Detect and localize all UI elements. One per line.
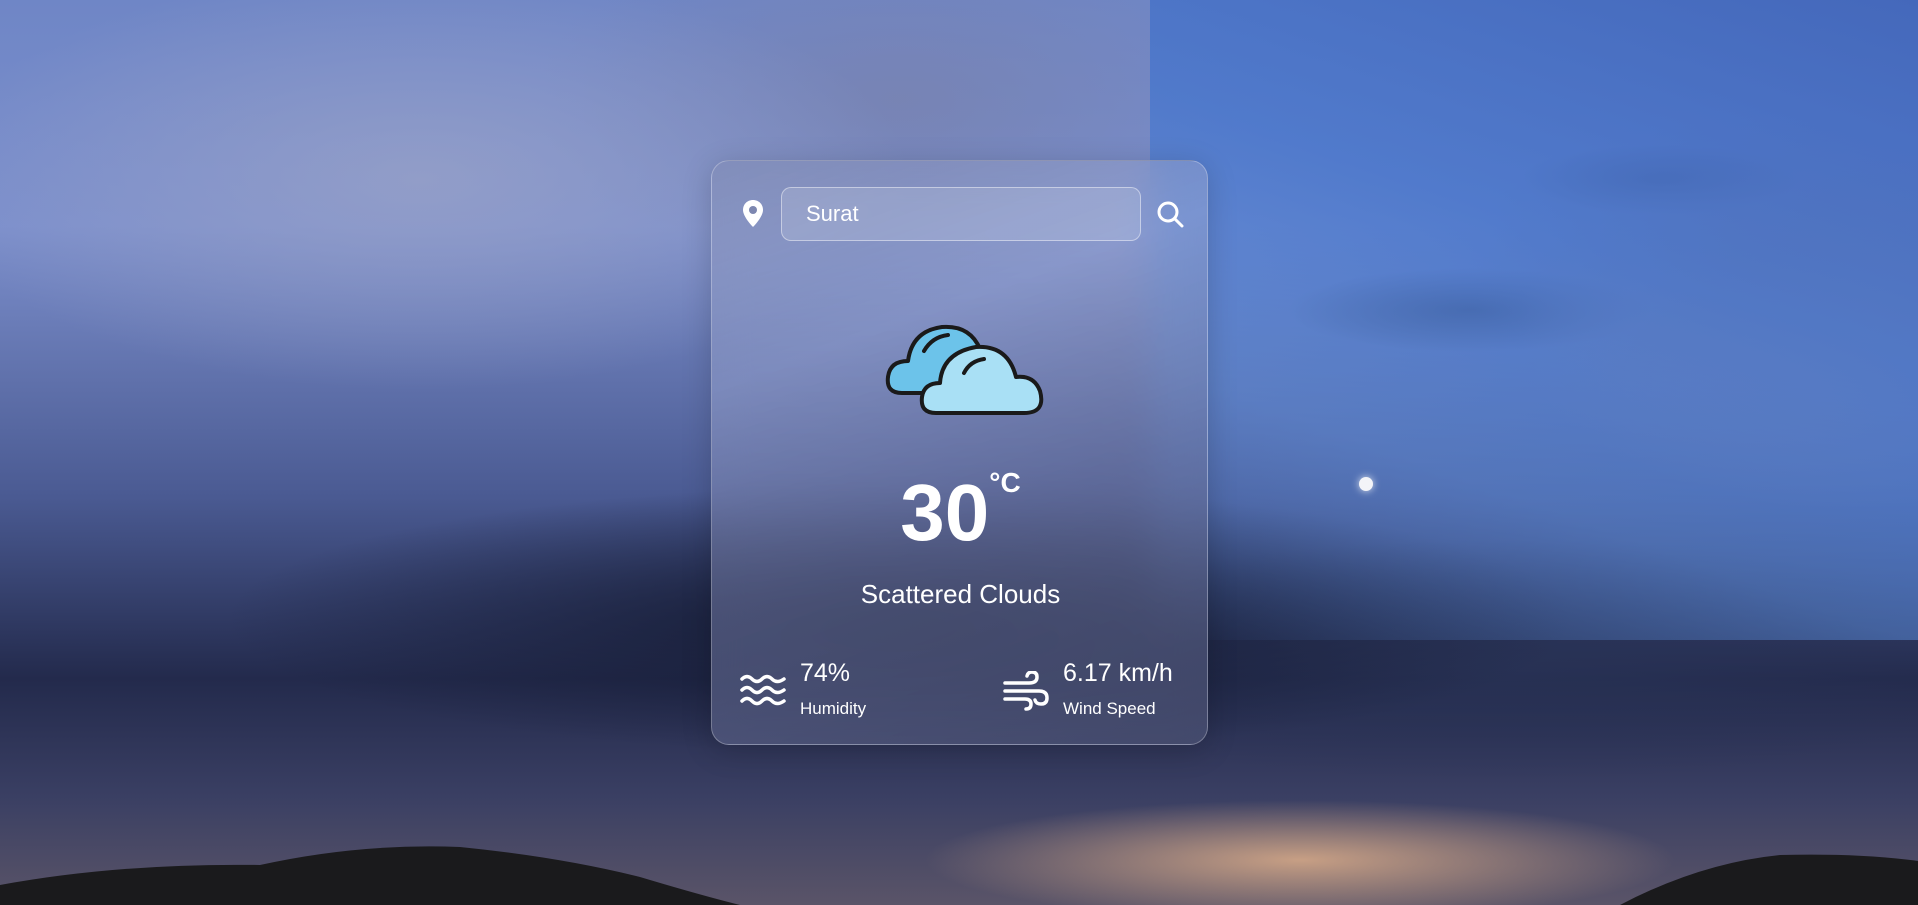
background-sky-gradient [1150, 0, 1918, 640]
weather-description: Scattered Clouds [860, 579, 1061, 609]
wind-speed-label: Wind Speed [1063, 699, 1156, 718]
temperature-display: 30°C [712, 469, 1209, 553]
humidity-waves-icon [740, 674, 786, 706]
humidity-label: Humidity [800, 699, 867, 718]
temperature-unit: °C [989, 467, 1021, 498]
background-hills [0, 846, 1918, 905]
wind-icon [1003, 671, 1049, 711]
weather-card: 30°C Scattered Clouds 74% Humidity 6.17 … [711, 160, 1208, 745]
location-pin-icon [743, 200, 763, 227]
search-icon [1157, 201, 1184, 228]
search-bar [740, 187, 1185, 241]
scattered-clouds-icon [885, 324, 1044, 415]
humidity-value: 74% [800, 659, 851, 687]
background-moon [1359, 477, 1373, 491]
temperature-value: 30 [900, 468, 990, 557]
city-search-input[interactable] [781, 187, 1141, 241]
search-button[interactable] [1155, 199, 1185, 229]
wind-speed-value: 6.17 km/h [1063, 659, 1173, 687]
